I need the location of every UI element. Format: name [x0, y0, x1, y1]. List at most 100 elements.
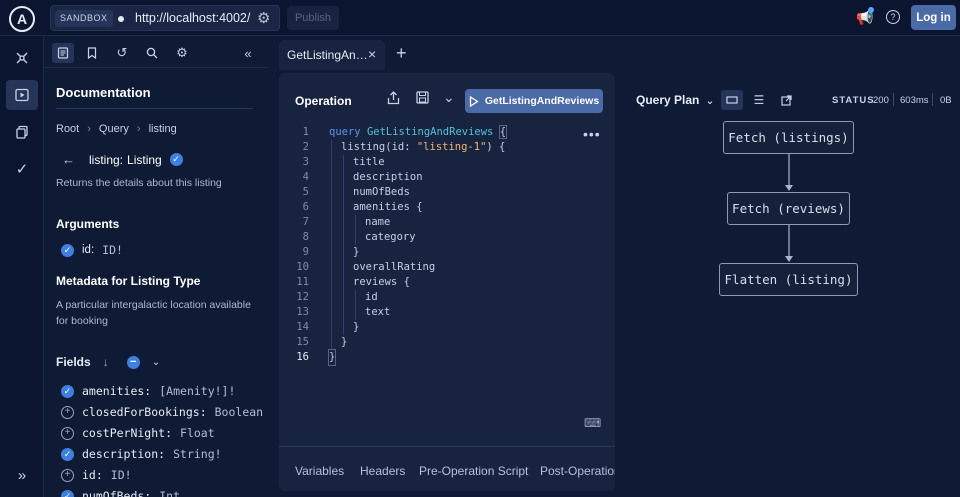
argument-check-icon[interactable]: ✓ — [61, 243, 74, 257]
line-number: 4 — [302, 171, 309, 183]
explorer-play-icon[interactable] — [6, 80, 38, 110]
breadcrumb-listing: listing — [148, 123, 177, 135]
tab-variables[interactable]: Variables — [295, 464, 344, 478]
chart-view-icon[interactable] — [721, 90, 743, 110]
endpoint-url[interactable]: http://localhost:4002/ — [135, 11, 250, 25]
floppy-icon — [416, 91, 429, 104]
help-icon[interactable]: ? — [886, 10, 900, 24]
share-upload-icon[interactable] — [387, 91, 400, 108]
keyword: query — [329, 126, 361, 138]
run-button-label: GetListingAndReviews — [484, 95, 600, 107]
field-type: Boolean — [214, 405, 264, 419]
operation-name: GetListingAndReviews — [366, 126, 494, 138]
plan-node-fetch-listings[interactable]: Fetch (listings) — [723, 121, 854, 154]
field-row[interactable]: ✓ amenities: [Amenity!]! — [61, 384, 235, 398]
apollo-logo[interactable]: A — [9, 6, 35, 32]
code-line: 10 overallRating — [279, 260, 615, 275]
publish-button[interactable]: Publish — [287, 6, 339, 30]
documentation-tab-icon[interactable] — [52, 43, 74, 63]
copy-icon — [16, 125, 28, 139]
settings-gear-icon[interactable]: ⚙ — [171, 43, 193, 63]
code-line: 3 title — [279, 155, 615, 170]
chevron-down-icon[interactable]: ⌄ — [152, 357, 160, 368]
save-disk-icon[interactable] — [416, 91, 429, 107]
bookmark-icon[interactable] — [81, 43, 103, 63]
code-editor[interactable]: 1 query GetListingAndReviews { 2 listing(i… — [279, 125, 615, 366]
login-button[interactable]: Log in — [911, 5, 956, 30]
field-add-plus-icon[interactable]: + — [61, 405, 74, 419]
sort-arrow-icon[interactable]: ↓ — [103, 355, 109, 369]
line-number: 16 — [296, 351, 309, 363]
tab-get-listing[interactable]: GetListingAn… × — [279, 40, 385, 70]
deselect-all-minus-icon[interactable]: − — [126, 355, 140, 369]
code-line: 1 query GetListingAndReviews { — [279, 125, 615, 140]
breadcrumb-root[interactable]: Root — [56, 123, 79, 135]
tab-headers[interactable]: Headers — [360, 464, 405, 478]
line-content: amenities { — [353, 201, 423, 213]
add-tab-icon[interactable]: + — [396, 43, 407, 64]
history-icon[interactable]: ↺ — [111, 43, 133, 63]
breadcrumb-separator: › — [136, 123, 141, 135]
open-external-icon[interactable] — [775, 90, 797, 110]
line-number: 13 — [296, 306, 309, 318]
line-content: reviews { — [353, 276, 410, 288]
plan-node-flatten-listing[interactable]: Flatten (listing) — [719, 263, 858, 296]
plan-arrowhead — [785, 256, 793, 262]
field-selected-check-icon[interactable]: ✓ — [169, 153, 183, 166]
connection-settings-gear-icon[interactable]: ⚙ — [257, 9, 270, 27]
field-add-plus-icon[interactable]: + — [61, 468, 74, 482]
argument-row[interactable]: ✓ id: ID! — [61, 243, 123, 257]
metadata-description: A particular intergalactic location avai… — [56, 299, 251, 327]
field-check-icon[interactable]: ✓ — [61, 384, 74, 398]
documentation-panel: ↺ ⚙ « Documentation Root › Query › listi… — [44, 36, 268, 497]
field-check-icon[interactable]: ✓ — [61, 447, 74, 461]
back-arrow-icon[interactable]: ← — [62, 152, 75, 167]
field-row[interactable]: + closedForBookings: Boolean — [61, 405, 263, 419]
line-number: 8 — [302, 231, 309, 243]
line-number: 10 — [296, 261, 309, 273]
collapse-panel-icon[interactable]: « — [237, 43, 259, 63]
search-icon[interactable] — [141, 43, 163, 63]
arguments-title: Arguments — [56, 217, 120, 231]
expand-sidebar-icon[interactable]: » — [6, 460, 38, 490]
field-type[interactable]: Listing — [127, 153, 162, 167]
brace: { — [498, 125, 508, 139]
line-content: id — [365, 291, 378, 303]
run-operation-button[interactable]: GetListingAndReviews — [465, 89, 603, 113]
field-check-icon[interactable]: ✓ — [61, 489, 74, 497]
schema-graph-icon[interactable] — [6, 43, 38, 73]
field-add-plus-icon[interactable]: + — [61, 426, 74, 440]
query-plan-dropdown[interactable]: Query Plan ⌄ — [636, 93, 715, 107]
line-number: 14 — [296, 321, 309, 333]
argument-name: id: — [82, 244, 95, 256]
save-options-chevron-down-icon[interactable]: ⌄ — [443, 89, 455, 106]
line-number: 15 — [296, 336, 309, 348]
notification-dot — [868, 7, 874, 13]
close-tab-icon[interactable]: × — [368, 46, 376, 62]
field-name: numOfBeds: — [82, 489, 152, 497]
line-content: } — [327, 349, 337, 366]
copy-docs-icon[interactable] — [6, 117, 38, 147]
breadcrumb-query[interactable]: Query — [99, 123, 129, 135]
line-number: 7 — [302, 216, 309, 228]
tab-post-operation[interactable]: Post-Operation — [540, 464, 615, 478]
field-type: [Amenity!]! — [159, 384, 236, 398]
field-name: costPerNight: — [82, 426, 173, 440]
plan-edges — [785, 154, 793, 262]
line-content: } — [341, 336, 348, 348]
code-line: 2 listing(id: "listing-1") { — [279, 140, 615, 155]
field-row[interactable]: ✓ description: String! — [61, 447, 222, 461]
field-row[interactable]: + id: ID! — [61, 468, 132, 482]
left-nav-rail: ✓ » — [0, 36, 44, 497]
field-row[interactable]: ✓ numOfBeds: Int — [61, 489, 180, 497]
code-line: 8 category — [279, 230, 615, 245]
keyboard-shortcuts-icon[interactable]: ⌨ — [584, 416, 601, 430]
metadata-title: Metadata for Listing Type — [56, 274, 201, 288]
external-link-icon — [780, 94, 792, 106]
checks-icon[interactable]: ✓ — [6, 154, 38, 184]
tab-pre-operation-script[interactable]: Pre-Operation Script — [419, 464, 528, 478]
endpoint-url-box[interactable]: SANDBOX http://localhost:4002/ ⚙ — [50, 5, 280, 31]
line-content: name — [365, 216, 391, 228]
text-view-icon[interactable]: ☰ — [748, 90, 770, 110]
field-row[interactable]: + costPerNight: Float — [61, 426, 215, 440]
